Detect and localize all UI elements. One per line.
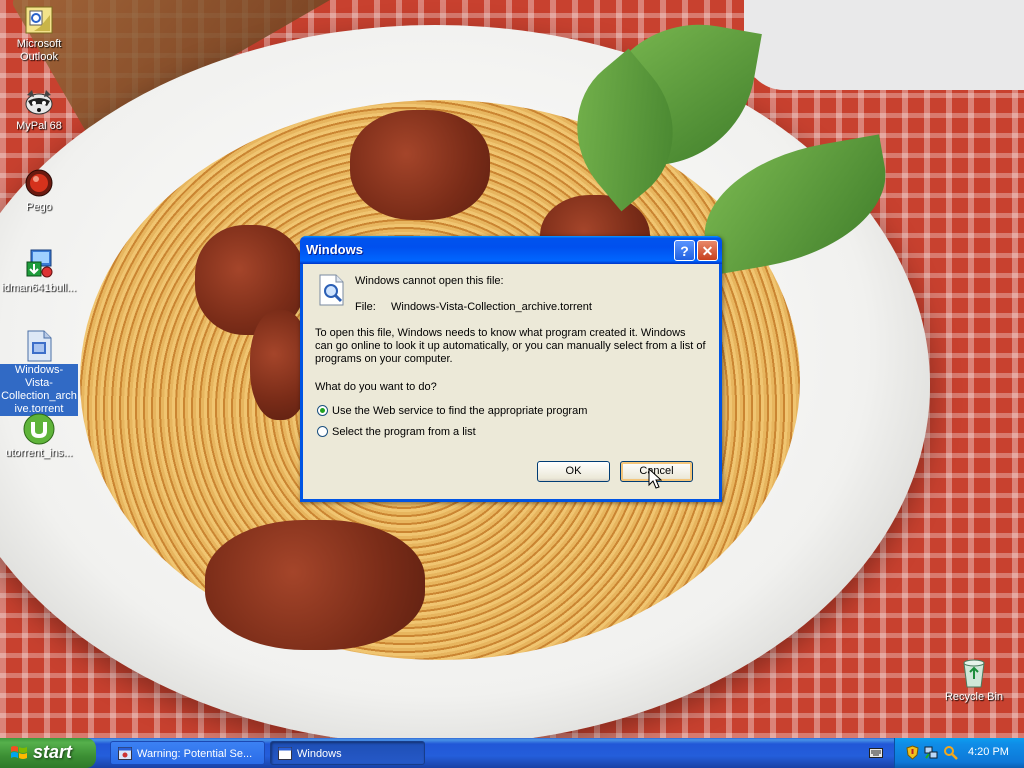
radio-web-service-label[interactable]: Use the Web service to find the appropri…: [332, 405, 587, 417]
desktop-icon-label: utorrent_ins...: [5, 447, 73, 459]
mouse-pointer-icon: [648, 467, 663, 493]
radio-select-from-list[interactable]: [317, 426, 328, 437]
wallpaper-meat: [205, 520, 425, 650]
dialog-title: Windows: [306, 242, 363, 257]
taskbar-button-windows[interactable]: Windows: [270, 741, 425, 765]
explanation-text-line: can go online to look it up automaticall…: [315, 340, 706, 352]
window-icon: [278, 747, 292, 760]
desktop-icon-recycle-bin[interactable]: Recycle Bin: [935, 657, 1013, 704]
explanation-text-line: To open this file, Windows needs to know…: [315, 327, 686, 339]
desktop-icon-label: idman641bull...: [1, 282, 77, 294]
start-label: start: [33, 742, 73, 762]
desktop-icon-label: Windows-Vista- Collection_arch ive.torre…: [0, 364, 78, 416]
pego-icon: [23, 167, 55, 199]
ok-button[interactable]: OK: [537, 461, 610, 482]
desktop-icon-mypal[interactable]: MyPal 68: [0, 86, 78, 133]
wallpaper-meat: [350, 110, 490, 220]
clock[interactable]: 4:20 PM: [968, 746, 1009, 758]
outlook-icon: [23, 4, 55, 36]
system-tray: 4:20 PM: [894, 738, 1024, 768]
question-text: What do you want to do?: [315, 381, 437, 393]
recycle-bin-icon: [958, 657, 990, 689]
security-shield-icon[interactable]: [905, 745, 920, 760]
wallpaper-cloth: [744, 0, 1024, 90]
start-button[interactable]: start: [0, 738, 96, 768]
desktop-icon-pego[interactable]: Pego: [0, 167, 78, 214]
task-label: Windows: [297, 748, 342, 760]
search-icon[interactable]: [943, 745, 958, 760]
radio-select-from-list-label[interactable]: Select the program from a list: [332, 426, 476, 438]
explanation-text-line: programs on your computer.: [315, 353, 453, 365]
file-label: File:: [355, 301, 376, 313]
taskbar: start Warning: Potential Se... Windows 4…: [0, 738, 1024, 768]
taskbar-button-warning[interactable]: Warning: Potential Se...: [110, 741, 265, 765]
desktop-icon-outlook[interactable]: Microsoft Outlook: [0, 4, 78, 64]
desktop-icon-idman[interactable]: idman641bull...: [0, 248, 78, 295]
desktop-icon-label: Recycle Bin: [944, 691, 1004, 703]
question-mark-icon: ?: [680, 243, 689, 259]
task-label: Warning: Potential Se...: [137, 748, 253, 760]
windows-logo-icon: [11, 746, 27, 759]
close-icon: ✕: [701, 243, 714, 259]
close-button[interactable]: ✕: [697, 240, 718, 261]
network-icon[interactable]: [924, 745, 939, 760]
desktop-icon-label: Pego: [26, 201, 52, 213]
raccoon-icon: [23, 86, 55, 118]
help-button[interactable]: ?: [674, 240, 695, 261]
radio-web-service[interactable]: [317, 405, 328, 416]
dialog-titlebar[interactable]: Windows ? ✕: [300, 236, 722, 264]
open-with-dialog: Windows ? ✕ Windows cannot open this fil…: [300, 236, 722, 502]
file-search-icon: [318, 274, 346, 306]
idm-installer-icon: [23, 248, 55, 280]
dialog-message: Windows cannot open this file:: [355, 275, 504, 287]
keyboard-icon[interactable]: [869, 747, 883, 759]
desktop-icon-torrent-file[interactable]: Windows-Vista- Collection_arch ive.torre…: [0, 330, 78, 416]
torrent-file-icon: [23, 330, 55, 362]
desktop-icon-label: Microsoft Outlook: [16, 38, 62, 63]
utorrent-icon: [23, 413, 55, 445]
desktop-icon-label: MyPal 68: [16, 120, 62, 132]
desktop-icon-utorrent[interactable]: utorrent_ins...: [0, 413, 78, 460]
app-window-icon: [118, 747, 132, 760]
file-name: Windows-Vista-Collection_archive.torrent: [391, 301, 592, 313]
